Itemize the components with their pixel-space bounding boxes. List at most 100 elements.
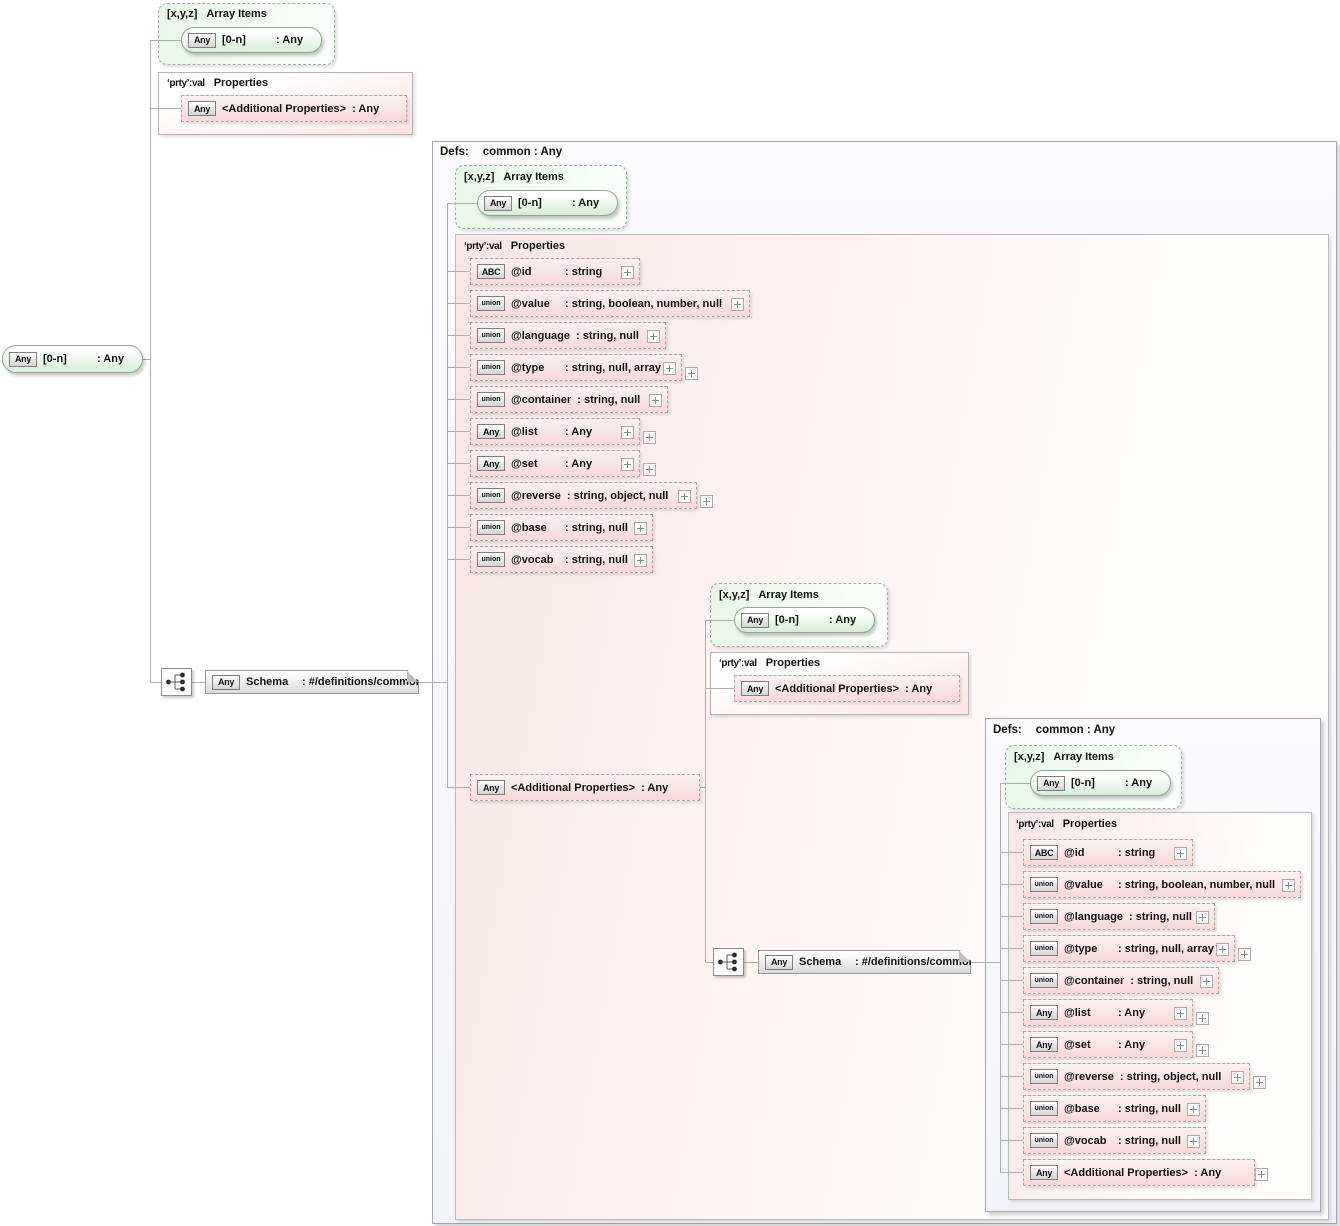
- connector: [1001, 1172, 1023, 1173]
- property-name: @reverse: [511, 490, 561, 502]
- node-label: <Additional Properties>: [775, 683, 899, 695]
- property-row-value[interactable]: union @value : string, boolean, number, …: [470, 290, 750, 317]
- defs-label: Defs:: [440, 146, 469, 158]
- type-badge: Any: [9, 352, 37, 367]
- expand-icon[interactable]: [621, 266, 634, 279]
- expand-icon[interactable]: [621, 426, 634, 439]
- array-item-node[interactable]: Any [0-n] : Any: [734, 607, 875, 633]
- expand-icon[interactable]: [1196, 1044, 1209, 1057]
- type-badge: Any: [477, 456, 505, 471]
- expand-icon[interactable]: [1187, 1103, 1200, 1116]
- property-row-base[interactable]: union @base : string, null: [470, 514, 653, 541]
- property-name: @base: [1064, 1103, 1112, 1115]
- property-row-set[interactable]: Any @set : Any: [470, 450, 640, 477]
- property-type: : string, null, array: [1118, 943, 1214, 955]
- schema-reference-node[interactable]: Any Schema : #/definitions/common: [205, 670, 419, 694]
- expand-icon[interactable]: [1253, 1076, 1266, 1089]
- expand-icon[interactable]: [649, 394, 662, 407]
- array-title: Array Items: [206, 8, 267, 20]
- array-title: Array Items: [1053, 751, 1114, 763]
- expand-icon[interactable]: [685, 367, 698, 380]
- node-label: [0-n]: [43, 353, 91, 365]
- array-item-node[interactable]: Any [0-n] : Any: [181, 27, 322, 53]
- type-badge: union: [477, 296, 505, 311]
- additional-properties-node[interactable]: Any <Additional Properties> : Any: [470, 774, 700, 801]
- node-type: : Any: [97, 353, 124, 365]
- type-badge: union: [477, 328, 505, 343]
- property-row-type[interactable]: union @type : string, null, array: [470, 354, 682, 381]
- expand-icon[interactable]: [1231, 1071, 1244, 1084]
- expand-icon[interactable]: [621, 458, 634, 471]
- properties-tag: ‘prty’:val: [1016, 819, 1054, 830]
- expand-icon[interactable]: [1187, 1135, 1200, 1148]
- schema-reference-node[interactable]: Any Schema : #/definitions/common: [758, 950, 971, 974]
- property-row-reverse[interactable]: union @reverse : string, object, null: [1023, 1063, 1250, 1090]
- property-type: : Any: [1118, 1039, 1145, 1051]
- property-row-reverse[interactable]: union @reverse : string, object, null: [470, 482, 697, 509]
- properties-title: Properties: [511, 240, 565, 252]
- expand-icon[interactable]: [1174, 1007, 1187, 1020]
- expand-icon[interactable]: [634, 522, 647, 535]
- expand-icon[interactable]: [731, 298, 744, 311]
- expand-icon[interactable]: [1282, 879, 1295, 892]
- expand-icon[interactable]: [663, 362, 676, 375]
- property-row-base[interactable]: union @base : string, null: [1023, 1095, 1206, 1122]
- expand-icon[interactable]: [643, 463, 656, 476]
- type-badge: union: [1030, 877, 1058, 892]
- expand-icon[interactable]: [1200, 975, 1213, 988]
- connector: [706, 962, 713, 963]
- property-row-container[interactable]: union @container : string, null: [470, 386, 668, 413]
- property-row-language[interactable]: union @language : string, null: [1023, 903, 1215, 930]
- property-row-list[interactable]: Any @list : Any: [470, 418, 640, 445]
- property-row-id[interactable]: ABC @id : string: [470, 258, 640, 285]
- connector: [448, 203, 478, 204]
- type-badge: Any: [188, 33, 216, 48]
- expand-icon[interactable]: [634, 554, 647, 567]
- expand-icon[interactable]: [1196, 1012, 1209, 1025]
- additional-properties-node[interactable]: Any <Additional Properties> : Any: [734, 675, 960, 702]
- property-row-value[interactable]: union @value : string, boolean, number, …: [1023, 871, 1301, 898]
- expand-icon[interactable]: [700, 495, 713, 508]
- property-name: @list: [1064, 1007, 1112, 1019]
- property-row-list[interactable]: Any @list : Any: [1023, 999, 1193, 1026]
- array-item-node[interactable]: Any [0-n] : Any: [1030, 770, 1171, 796]
- type-badge: union: [1030, 909, 1058, 924]
- node-type: : Any: [572, 197, 599, 209]
- property-row-container[interactable]: union @container : string, null: [1023, 967, 1219, 994]
- type-badge: Any: [188, 101, 216, 116]
- node-label: [0-n]: [775, 614, 823, 626]
- expand-icon[interactable]: [1174, 847, 1187, 860]
- property-name: @type: [1064, 943, 1112, 955]
- property-name: @reverse: [1064, 1071, 1114, 1083]
- type-badge: Any: [1030, 1005, 1058, 1020]
- root-any-node[interactable]: Any [0-n] : Any: [2, 345, 143, 373]
- property-row-language[interactable]: union @language : string, null: [470, 322, 666, 349]
- property-row-set[interactable]: Any @set : Any: [1023, 1031, 1193, 1058]
- expand-icon[interactable]: [1238, 948, 1251, 961]
- expand-icon[interactable]: [643, 431, 656, 444]
- node-type: : Any: [641, 782, 668, 794]
- additional-properties-node[interactable]: Any <Additional Properties> : Any: [181, 95, 407, 122]
- expand-icon[interactable]: [678, 490, 691, 503]
- connector: [448, 271, 470, 272]
- property-row-type[interactable]: union @type : string, null, array: [1023, 935, 1235, 962]
- expand-icon[interactable]: [1196, 911, 1209, 924]
- array-item-node[interactable]: Any [0-n] : Any: [477, 190, 618, 216]
- expand-icon[interactable]: [1174, 1039, 1187, 1052]
- additional-properties-node[interactable]: Any <Additional Properties> : Any: [1023, 1159, 1255, 1186]
- node-type: : Any: [829, 614, 856, 626]
- node-label: <Additional Properties>: [1064, 1167, 1188, 1179]
- connector: [1001, 1108, 1023, 1109]
- property-row-vocab[interactable]: union @vocab : string, null: [470, 546, 653, 573]
- property-row-vocab[interactable]: union @vocab : string, null: [1023, 1127, 1206, 1154]
- branch-icon: [161, 668, 192, 696]
- expand-icon[interactable]: [1216, 943, 1229, 956]
- expand-icon[interactable]: [1255, 1168, 1268, 1181]
- property-type: : Any: [565, 426, 592, 438]
- connector: [1001, 852, 1023, 853]
- type-badge: union: [477, 488, 505, 503]
- property-type: : string: [565, 266, 602, 278]
- property-type: : string: [1118, 847, 1155, 859]
- property-row-id[interactable]: ABC @id : string: [1023, 839, 1193, 866]
- expand-icon[interactable]: [647, 330, 660, 343]
